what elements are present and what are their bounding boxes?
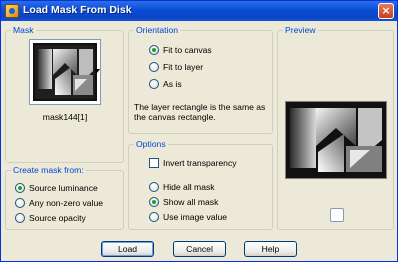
close-icon: × [381,4,391,17]
radio-button [149,182,159,192]
preview-render [286,102,386,178]
radio-label: Source opacity [29,213,86,223]
radio-label: Show all mask [163,197,219,207]
radio-any-non-zero-value[interactable]: Any non-zero value [15,198,103,208]
radio-source-luminance[interactable]: Source luminance [15,183,98,193]
options-legend: Options [134,139,168,150]
invert-transparency-checkbox[interactable]: Invert transparency [149,158,237,168]
orientation-note: The layer rectangle is the same as the c… [134,102,266,122]
mask-file-name: mask144[1] [42,112,88,122]
radio-hide-all-mask[interactable]: Hide all mask [149,182,215,192]
radio-show-all-mask[interactable]: Show all mask [149,197,218,207]
radio-fit-to-canvas[interactable]: Fit to canvas [149,45,212,55]
load-button[interactable]: Load [101,241,154,257]
preview-legend: Preview [283,25,318,36]
mask-thumbnail-selector[interactable] [29,39,101,105]
radio-source-opacity[interactable]: Source opacity [15,213,86,223]
create-mask-from-legend: Create mask from: [11,165,86,176]
title-bar[interactable]: Load Mask From Disk × [1,1,397,21]
radio-button-selected [15,183,25,193]
radio-as-is[interactable]: As is [149,79,182,89]
radio-button-selected [149,197,159,207]
mask-thumbnail [33,43,97,101]
window-title: Load Mask From Disk [23,4,132,16]
cancel-button[interactable]: Cancel [173,241,226,257]
help-button[interactable]: Help [244,241,297,257]
checkbox-label: Invert transparency [163,158,237,168]
checkbox-box [149,158,159,168]
dialog-window: Load Mask From Disk × Mask mask144[1] Cr… [0,0,398,262]
radio-button [15,198,25,208]
close-button[interactable]: × [378,3,394,19]
radio-button-selected [149,45,159,55]
radio-fit-to-layer[interactable]: Fit to layer [149,62,203,72]
mask-legend: Mask [11,25,36,36]
auto-preview-toggle[interactable] [330,208,344,222]
radio-button [149,62,159,72]
radio-button [149,212,159,222]
radio-label: Hide all mask [163,182,215,192]
preview-image [285,101,387,179]
chevron-down-icon[interactable] [94,69,100,73]
radio-label: Fit to canvas [163,45,212,55]
radio-button [149,79,159,89]
mask-thumbnail-image [35,45,95,99]
radio-button [15,213,25,223]
radio-label: Source luminance [29,183,98,193]
radio-label: Any non-zero value [29,198,104,208]
radio-label: Fit to layer [163,62,204,72]
radio-label: As is [163,79,182,89]
radio-label: Use image value [163,212,228,222]
radio-use-image-value[interactable]: Use image value [149,212,227,222]
orientation-legend: Orientation [134,25,181,36]
mask-app-icon [5,4,19,18]
